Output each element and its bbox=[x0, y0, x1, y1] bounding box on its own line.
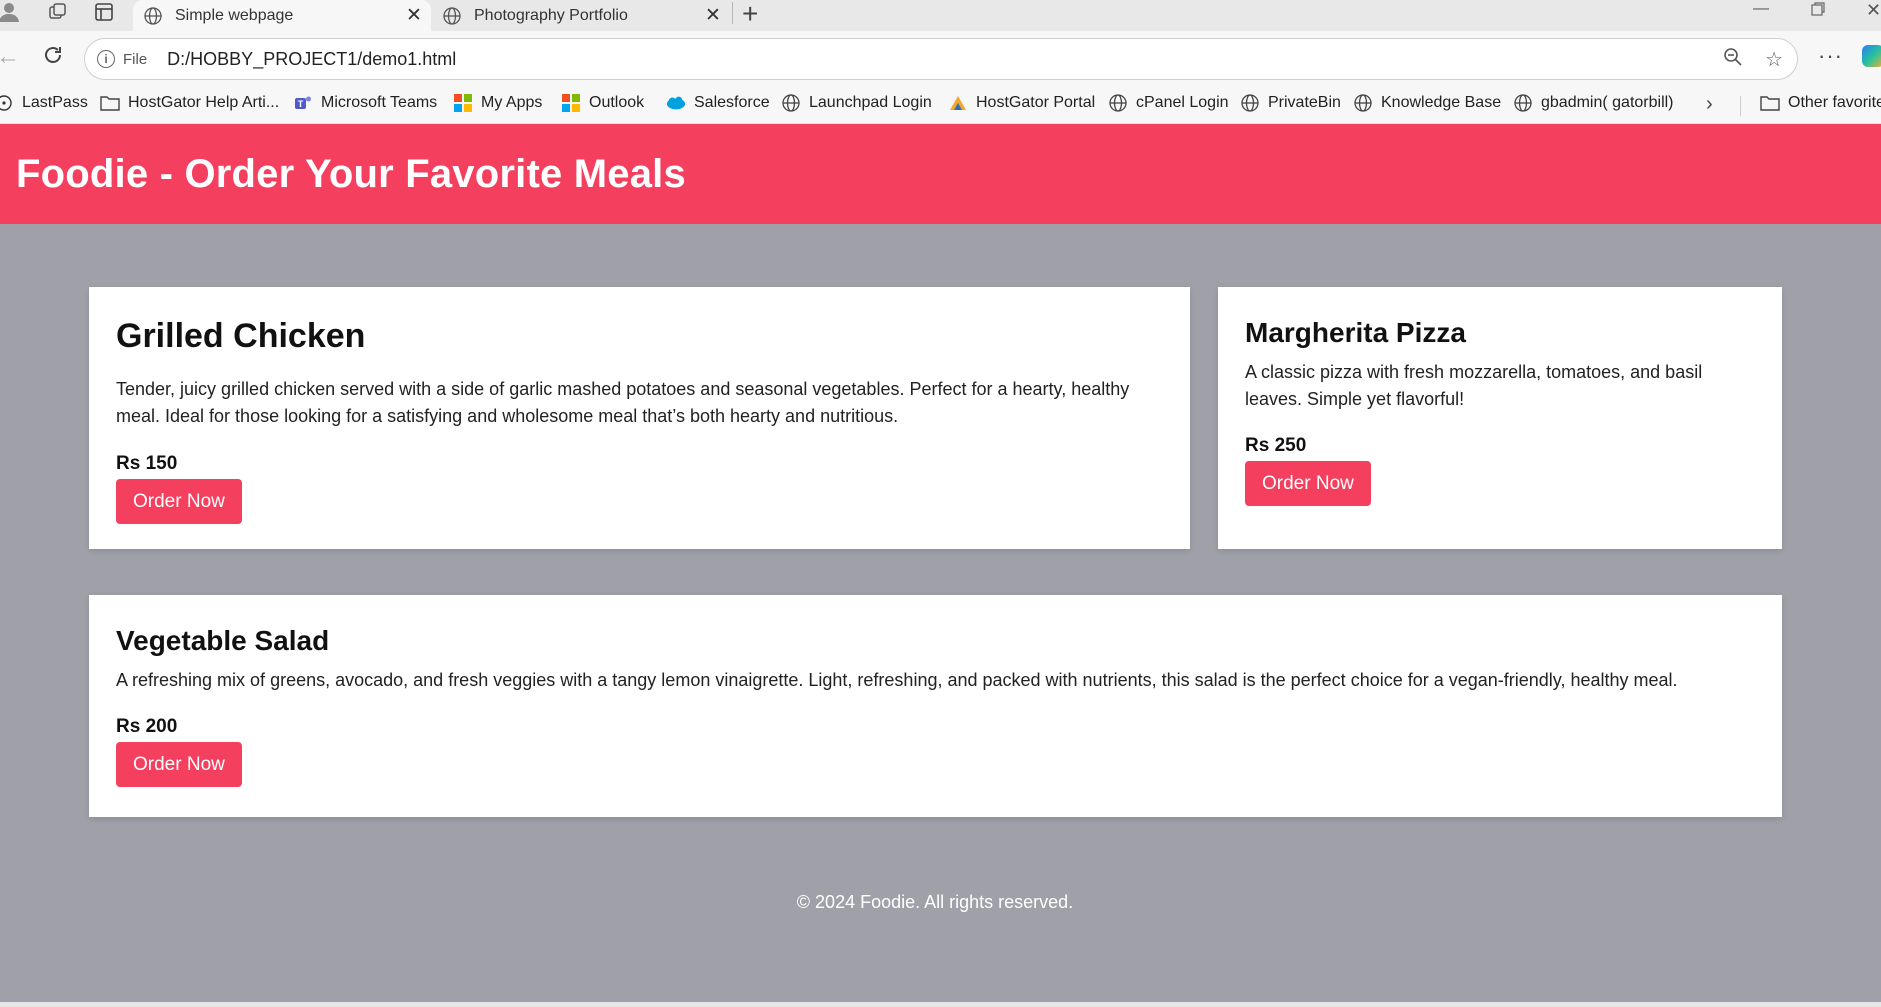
bookmark-label: PrivateBin bbox=[1268, 94, 1341, 111]
bookmark-gbadmin[interactable]: gbadmin( gatorbill) bbox=[1513, 93, 1674, 113]
favorite-star-icon[interactable]: ☆ bbox=[1765, 47, 1783, 73]
site-footer: © 2024 Foodie. All rights reserved. bbox=[796, 892, 1074, 912]
close-window-icon[interactable]: ✕ bbox=[1866, 0, 1881, 21]
microsoft-icon bbox=[453, 93, 473, 113]
bookmark-cpanel-login[interactable]: cPanel Login bbox=[1108, 93, 1229, 113]
meal-title: Margherita Pizza bbox=[1245, 317, 1466, 348]
site-header: Foodie - Order Your Favorite Meals bbox=[0, 124, 1881, 224]
copilot-icon[interactable] bbox=[1862, 45, 1881, 67]
microsoft-icon bbox=[561, 93, 581, 113]
meal-price: Rs 250 bbox=[1245, 435, 1307, 456]
bookmark-label: Knowledge Base bbox=[1381, 94, 1502, 111]
bookmark-outlook[interactable]: Outlook bbox=[561, 93, 644, 113]
refresh-icon[interactable] bbox=[41, 43, 65, 74]
browser-toolbar: ← i File D:/HOBBY_PROJECT1/demo1.html ☆ … bbox=[0, 31, 1881, 88]
bookmark-label: gbadmin( gatorbill) bbox=[1541, 94, 1674, 111]
bookmark-launchpad-login[interactable]: Launchpad Login bbox=[781, 93, 932, 113]
meal-card-margherita-pizza: Margherita Pizza A classic pizza with fr… bbox=[1218, 287, 1782, 549]
bookmark-label: LastPass bbox=[22, 94, 88, 111]
vertical-tabs-icon[interactable] bbox=[91, 1, 117, 23]
meal-description: Tender, juicy grilled chicken served wit… bbox=[116, 379, 1130, 426]
meal-card-vegetable-salad: Vegetable Salad A refreshing mix of gree… bbox=[89, 595, 1782, 817]
order-now-button[interactable]: Order Now bbox=[116, 479, 242, 524]
window-bottom-edge bbox=[0, 1002, 1881, 1007]
bookmark-hostgator-portal[interactable]: HostGator Portal bbox=[948, 93, 1095, 113]
globe-icon bbox=[1513, 93, 1533, 113]
bookmark-privatebin[interactable]: PrivateBin bbox=[1240, 93, 1341, 113]
bookmark-label: Other favorite bbox=[1788, 94, 1881, 111]
order-now-button[interactable]: Order Now bbox=[1245, 461, 1371, 506]
bookmark-label: Outlook bbox=[589, 94, 645, 111]
bookmark-salesforce[interactable]: Salesforce bbox=[666, 93, 770, 113]
more-bookmarks-chevron-icon[interactable]: › bbox=[1706, 93, 1713, 116]
tab-photography-portfolio[interactable]: Photography Portfolio ✕ bbox=[432, 0, 730, 31]
bookmark-microsoft-teams[interactable]: T Microsoft Teams bbox=[293, 93, 437, 113]
address-bar[interactable]: i File D:/HOBBY_PROJECT1/demo1.html ☆ bbox=[84, 38, 1798, 80]
bookmark-label: Launchpad Login bbox=[809, 94, 932, 111]
scheme-label: File bbox=[123, 50, 148, 68]
minimize-icon[interactable]: — bbox=[1753, 0, 1769, 18]
info-icon[interactable]: i bbox=[97, 50, 115, 68]
bookmark-label: cPanel Login bbox=[1136, 94, 1229, 111]
globe-icon bbox=[1108, 93, 1128, 113]
more-options-icon[interactable]: ··· bbox=[1818, 43, 1843, 69]
bookmark-my-apps[interactable]: My Apps bbox=[453, 93, 542, 113]
bookmark-separator bbox=[1740, 96, 1741, 116]
lastpass-icon bbox=[0, 93, 14, 113]
profile-icon[interactable] bbox=[0, 1, 22, 23]
close-tab-icon[interactable]: ✕ bbox=[403, 4, 425, 27]
meal-description: A classic pizza with fresh mozzarella, t… bbox=[1245, 362, 1703, 409]
bookmarks-bar: LastPass HostGator Help Arti... T Micros… bbox=[0, 88, 1881, 124]
salesforce-icon bbox=[666, 93, 686, 113]
globe-icon bbox=[1240, 93, 1260, 113]
bookmark-label: HostGator Portal bbox=[976, 94, 1096, 111]
tab-strip: Simple webpage ✕ Photography Portfolio ✕… bbox=[0, 0, 1881, 31]
tab-separator bbox=[732, 2, 733, 24]
bookmark-label: HostGator Help Arti... bbox=[128, 94, 280, 111]
bookmark-label: My Apps bbox=[481, 94, 543, 111]
hostgator-icon bbox=[948, 93, 968, 113]
globe-icon bbox=[443, 6, 461, 25]
tab-simple-webpage[interactable]: Simple webpage ✕ bbox=[133, 0, 431, 31]
bookmark-lastpass[interactable]: LastPass bbox=[0, 93, 88, 113]
tab-title: Simple webpage bbox=[175, 6, 294, 24]
globe-icon bbox=[144, 6, 162, 25]
close-tab-icon[interactable]: ✕ bbox=[702, 4, 724, 27]
tab-title: Photography Portfolio bbox=[474, 6, 628, 24]
meal-title: Grilled Chicken bbox=[116, 317, 366, 355]
folder-icon bbox=[1760, 93, 1780, 113]
svg-text:T: T bbox=[298, 99, 304, 109]
meal-price: Rs 150 bbox=[116, 453, 178, 474]
bookmark-label: Salesforce bbox=[694, 94, 770, 111]
bookmark-knowledge-base[interactable]: Knowledge Base bbox=[1353, 93, 1501, 113]
meal-price: Rs 200 bbox=[116, 716, 178, 737]
zoom-icon[interactable] bbox=[1723, 47, 1743, 73]
new-tab-icon[interactable]: + bbox=[742, 0, 758, 30]
page-title: Foodie - Order Your Favorite Meals bbox=[16, 151, 686, 196]
teams-icon: T bbox=[293, 93, 313, 113]
folder-icon bbox=[100, 93, 120, 113]
bookmark-other-favorites[interactable]: Other favorite bbox=[1760, 93, 1881, 113]
globe-icon bbox=[1353, 93, 1373, 113]
meal-title: Vegetable Salad bbox=[116, 625, 330, 656]
meal-description: A refreshing mix of greens, avocado, and… bbox=[116, 670, 1678, 690]
url-text[interactable]: D:/HOBBY_PROJECT1/demo1.html bbox=[167, 49, 456, 70]
globe-icon bbox=[781, 93, 801, 113]
workspaces-icon[interactable] bbox=[45, 1, 71, 23]
bookmark-hostgator-help[interactable]: HostGator Help Arti... bbox=[100, 93, 279, 113]
bookmark-label: Microsoft Teams bbox=[321, 94, 438, 111]
restore-icon[interactable] bbox=[1810, 1, 1826, 22]
order-now-button[interactable]: Order Now bbox=[116, 742, 242, 787]
back-icon[interactable]: ← bbox=[0, 43, 20, 71]
meal-card-grilled-chicken: Grilled Chicken Tender, juicy grilled ch… bbox=[89, 287, 1190, 549]
